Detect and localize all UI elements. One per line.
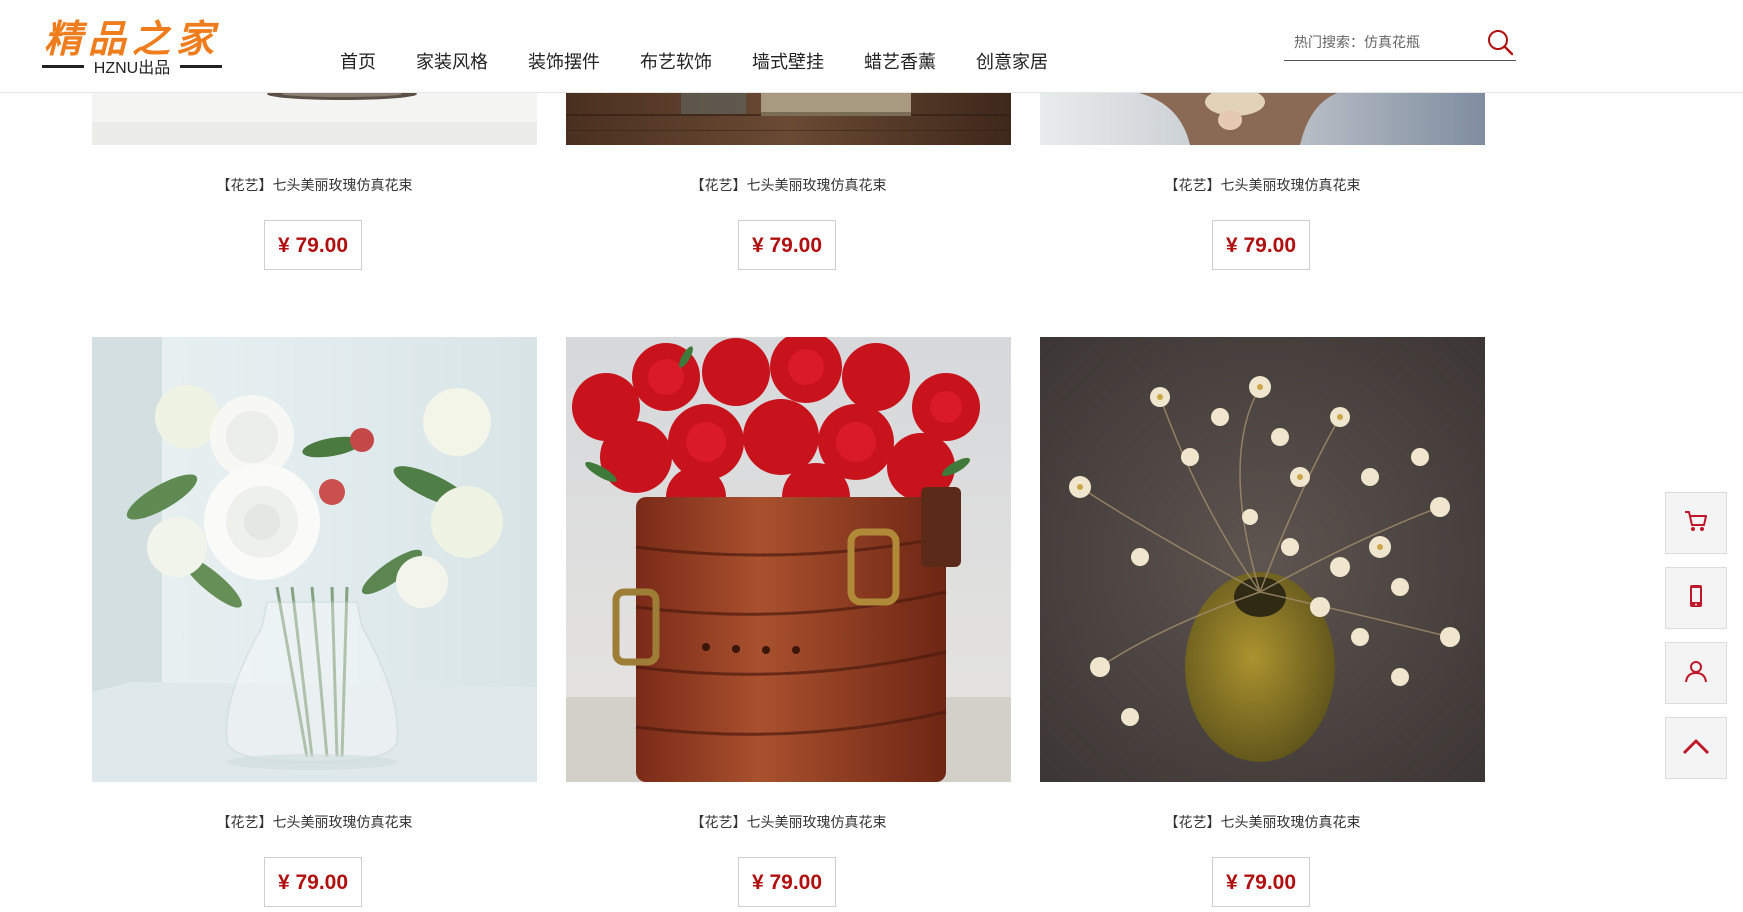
mobile-icon: [1683, 583, 1709, 613]
price-tag[interactable]: ¥ 79.00: [738, 220, 836, 270]
price-tag[interactable]: ¥ 79.00: [738, 857, 836, 907]
product-image[interactable]: [566, 92, 1011, 145]
user-icon: [1683, 658, 1709, 688]
product-image[interactable]: [1040, 92, 1485, 145]
nav-item-wall[interactable]: 墙式壁挂: [752, 48, 824, 78]
account-button[interactable]: [1665, 642, 1727, 704]
product-name[interactable]: 【花艺】七头美丽玫瑰仿真花束: [92, 812, 537, 832]
product-image[interactable]: [92, 92, 537, 145]
nav-item-creative[interactable]: 创意家居: [976, 48, 1048, 78]
price-tag[interactable]: ¥ 79.00: [1212, 220, 1310, 270]
main-nav: 首页 家装风格 装饰摆件 布艺软饰 墙式壁挂 蜡艺香薰 创意家居: [340, 48, 1088, 78]
product-name[interactable]: 【花艺】七头美丽玫瑰仿真花束: [566, 812, 1011, 832]
back-to-top-button[interactable]: [1665, 717, 1727, 779]
price-tag[interactable]: ¥ 79.00: [264, 220, 362, 270]
search-icon[interactable]: [1486, 28, 1514, 56]
search-input[interactable]: [1292, 30, 1476, 54]
logo-subtitle-text: HZNU出品: [93, 60, 171, 77]
logo-subtitle: HZNU出品: [42, 54, 222, 77]
product-image[interactable]: [566, 337, 1011, 782]
cart-icon: [1683, 508, 1709, 538]
cart-button[interactable]: [1665, 492, 1727, 554]
nav-item-home[interactable]: 首页: [340, 48, 376, 78]
site-header: 精品之家 HZNU出品 首页 家装风格 装饰摆件 布艺软饰 墙式壁挂 蜡艺香薰 …: [0, 0, 1743, 93]
price-tag[interactable]: ¥ 79.00: [264, 857, 362, 907]
nav-item-ornaments[interactable]: 装饰摆件: [528, 48, 600, 78]
product-name[interactable]: 【花艺】七头美丽玫瑰仿真花束: [92, 175, 537, 195]
nav-item-candles[interactable]: 蜡艺香薰: [864, 48, 936, 78]
back-to-top-icon: [1682, 736, 1710, 760]
price-tag[interactable]: ¥ 79.00: [1212, 857, 1310, 907]
nav-item-style[interactable]: 家装风格: [416, 48, 488, 78]
product-name[interactable]: 【花艺】七头美丽玫瑰仿真花束: [566, 175, 1011, 195]
nav-item-fabric[interactable]: 布艺软饰: [640, 48, 712, 78]
product-image[interactable]: [92, 337, 537, 782]
search-box: [1284, 22, 1516, 61]
site-logo[interactable]: 精品之家 HZNU出品: [42, 8, 232, 78]
mobile-button[interactable]: [1665, 567, 1727, 629]
product-image[interactable]: [1040, 337, 1485, 782]
product-name[interactable]: 【花艺】七头美丽玫瑰仿真花束: [1040, 175, 1485, 195]
product-name[interactable]: 【花艺】七头美丽玫瑰仿真花束: [1040, 812, 1485, 832]
